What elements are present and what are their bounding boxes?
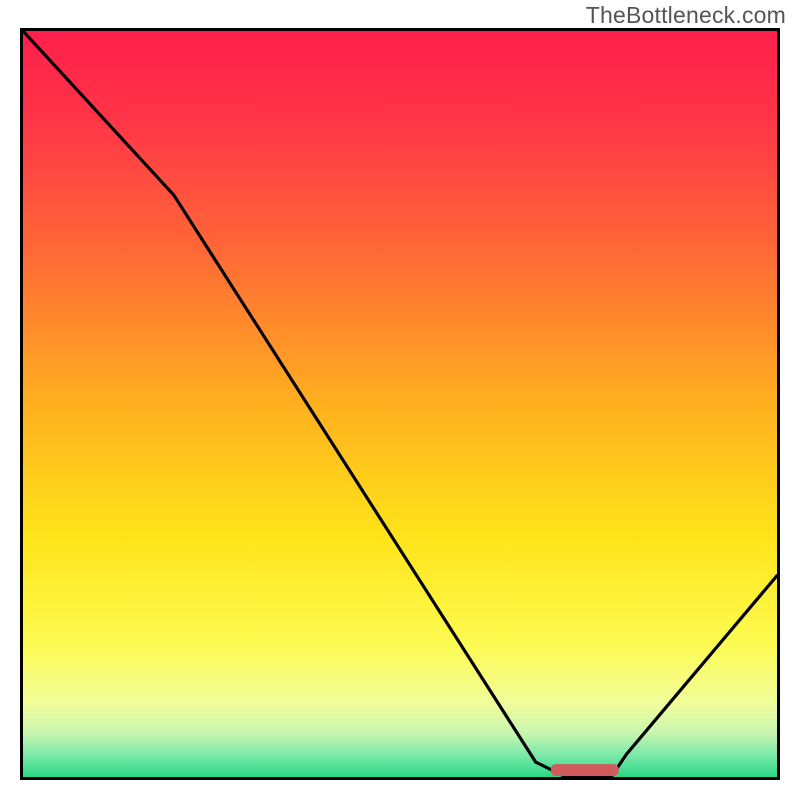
chart-gradient-bg	[23, 31, 777, 777]
chart-frame	[20, 28, 780, 780]
bottleneck-chart	[23, 31, 777, 777]
optimal-marker	[551, 764, 619, 776]
watermark-text: TheBottleneck.com	[586, 2, 786, 29]
